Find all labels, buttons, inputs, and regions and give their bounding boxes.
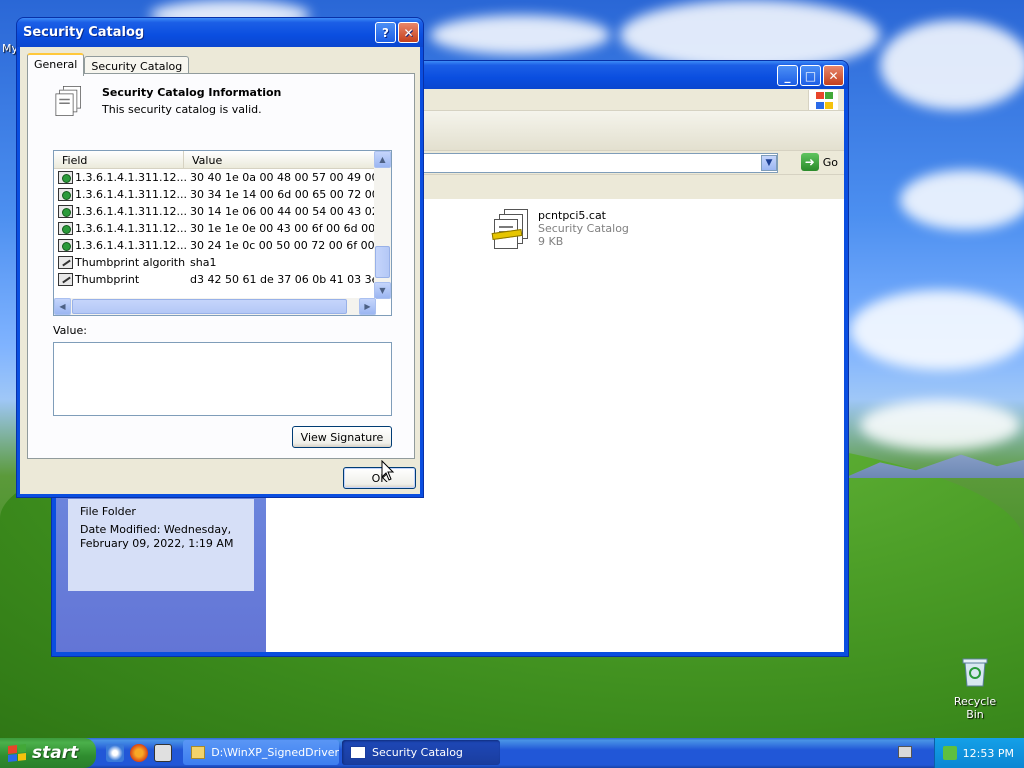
view-signature-button[interactable]: View Signature [292, 426, 392, 448]
table-row[interactable]: Thumbprint algorithm sha1 [54, 254, 376, 271]
clock: 12:53 PM [962, 746, 1014, 760]
table-row[interactable]: 1.3.6.1.4.1.311.12... 30 40 1e 0a 00 48 0… [54, 169, 376, 186]
column-header-value[interactable]: Value [184, 151, 376, 168]
cloud [850, 290, 1024, 370]
info-title: Security Catalog Information [102, 86, 282, 99]
general-tab-panel: Security Catalog Information This securi… [27, 73, 415, 459]
row-field: 1.3.6.1.4.1.311.12... [75, 205, 186, 218]
scroll-right-icon[interactable]: ▶ [359, 298, 376, 315]
dialog-close-button[interactable]: ✕ [398, 22, 419, 43]
maximize-button[interactable]: □ [800, 65, 821, 86]
windows-logo-icon [808, 90, 838, 110]
network-icon[interactable] [942, 746, 957, 760]
dialog-title: Security Catalog [23, 25, 145, 40]
recycle-bin-icon[interactable]: Recycle Bin [944, 656, 1006, 721]
scroll-left-icon[interactable]: ◀ [54, 298, 71, 315]
row-value: 30 40 1e 0a 00 48 00 57 00 49 00 4... [190, 171, 376, 184]
window-icon [350, 746, 366, 759]
vertical-scrollbar[interactable]: ▲ ▼ [374, 151, 391, 299]
row-field: Thumbprint algorithm [75, 256, 186, 269]
info-header: Security Catalog Information This securi… [54, 86, 281, 130]
catalog-entry-icon [58, 205, 73, 218]
start-label: start [32, 743, 79, 763]
firefox-icon[interactable] [130, 744, 148, 762]
catalog-entry-icon [58, 188, 73, 201]
taskbar-button-security-catalog[interactable]: Security Catalog [342, 740, 500, 765]
start-button[interactable]: start [0, 738, 96, 768]
scroll-down-icon[interactable]: ▼ [374, 282, 391, 299]
details-date-modified: Date Modified: Wednesday, February 09, 2… [80, 523, 234, 550]
tab-general[interactable]: General [27, 53, 85, 76]
catalog-entry-icon [58, 222, 73, 235]
details-panel: File Folder Date Modified: Wednesday, Fe… [68, 499, 254, 591]
cloud [900, 170, 1024, 230]
go-label: Go [822, 155, 838, 169]
taskbar-button-label: D:\WinXP_SignedDriver [211, 746, 339, 759]
row-field: Thumbprint [75, 273, 140, 286]
list-rows: 1.3.6.1.4.1.311.12... 30 40 1e 0a 00 48 0… [54, 169, 376, 288]
vertical-scroll-thumb[interactable] [375, 246, 390, 278]
windows-flag-icon [8, 744, 26, 762]
file-size: 9 KB [538, 235, 564, 248]
catalog-entry-icon [58, 239, 73, 252]
file-item[interactable]: pcntpci5.cat Security Catalog 9 KB [491, 209, 629, 253]
media-icon[interactable] [154, 744, 172, 762]
taskbar-button-explorer[interactable]: D:\WinXP_SignedDriver [183, 740, 339, 765]
security-catalog-dialog[interactable]: Security Catalog ? ✕ General Security Ca… [16, 17, 424, 498]
row-value: 30 24 1e 0c 00 50 00 72 00 6f 00 63... [190, 239, 376, 252]
catalog-entry-icon [58, 171, 73, 184]
minimize-button[interactable]: _ [777, 65, 798, 86]
security-catalog-file-icon [491, 209, 530, 253]
recycle-bin-graphic [962, 658, 988, 687]
quick-launch [106, 744, 172, 762]
row-field: 1.3.6.1.4.1.311.12... [75, 239, 186, 252]
security-catalog-icon [54, 86, 83, 119]
table-row[interactable]: 1.3.6.1.4.1.311.12... 30 14 1e 06 00 44 0… [54, 203, 376, 220]
cloud [860, 400, 1020, 450]
dialog-title-bar[interactable]: Security Catalog ? ✕ [17, 18, 423, 47]
property-icon [58, 273, 73, 286]
row-value: d3 42 50 61 de 37 06 0b 41 03 3e a... [190, 273, 376, 286]
field-list[interactable]: Field Value 1.3.6.1.4.1.311.12... 30 40 1… [53, 150, 392, 316]
ok-button[interactable]: OK [343, 467, 416, 489]
cloud [880, 20, 1024, 110]
table-row[interactable]: 1.3.6.1.4.1.311.12... 30 1e 1e 0e 00 43 0… [54, 220, 376, 237]
go-arrow-icon: ➜ [800, 153, 819, 171]
go-button[interactable]: ➜ Go [800, 153, 838, 171]
horizontal-scroll-thumb[interactable] [72, 299, 347, 314]
keyboard-icon[interactable] [898, 746, 912, 758]
system-tray: 12:53 PM [934, 738, 1024, 768]
table-row[interactable]: 1.3.6.1.4.1.311.12... 30 34 1e 14 00 6d 0… [54, 186, 376, 203]
row-value: sha1 [190, 256, 217, 269]
show-desktop-icon[interactable] [106, 744, 124, 762]
taskbar-button-label: Security Catalog [372, 746, 463, 759]
file-type: Security Catalog [538, 222, 629, 235]
list-header: Field Value [54, 151, 391, 169]
table-row[interactable]: 1.3.6.1.4.1.311.12... 30 24 1e 0c 00 50 0… [54, 237, 376, 254]
chevron-down-icon[interactable]: ▼ [761, 155, 777, 171]
property-icon [58, 256, 73, 269]
details-type: File Folder [80, 505, 136, 518]
value-textbox[interactable] [53, 342, 392, 416]
row-field: 1.3.6.1.4.1.311.12... [75, 188, 186, 201]
recycle-bin-label: Recycle Bin [953, 695, 997, 721]
scroll-up-icon[interactable]: ▲ [374, 151, 391, 168]
close-button[interactable]: ✕ [823, 65, 844, 86]
row-field: 1.3.6.1.4.1.311.12... [75, 171, 186, 184]
row-value: 30 34 1e 14 00 6d 00 65 00 72 00 6... [190, 188, 376, 201]
folder-icon [191, 746, 206, 759]
value-label: Value: [53, 324, 87, 337]
horizontal-scrollbar[interactable]: ◀ ▶ [54, 298, 376, 315]
row-value: 30 14 1e 06 00 44 00 54 00 43 02 0... [190, 205, 376, 218]
cloud [430, 15, 610, 55]
row-value: 30 1e 1e 0e 00 43 00 6f 00 6d 00 70... [190, 222, 376, 235]
row-field: 1.3.6.1.4.1.311.12... [75, 222, 186, 235]
table-row[interactable]: Thumbprint d3 42 50 61 de 37 06 0b 41 03 … [54, 271, 376, 288]
column-header-field[interactable]: Field [54, 151, 184, 168]
help-button[interactable]: ? [375, 22, 396, 43]
taskbar: start D:\WinXP_SignedDriver Security Cat… [0, 738, 1024, 768]
file-name: pcntpci5.cat [538, 209, 606, 222]
info-subtitle: This security catalog is valid. [102, 103, 262, 116]
